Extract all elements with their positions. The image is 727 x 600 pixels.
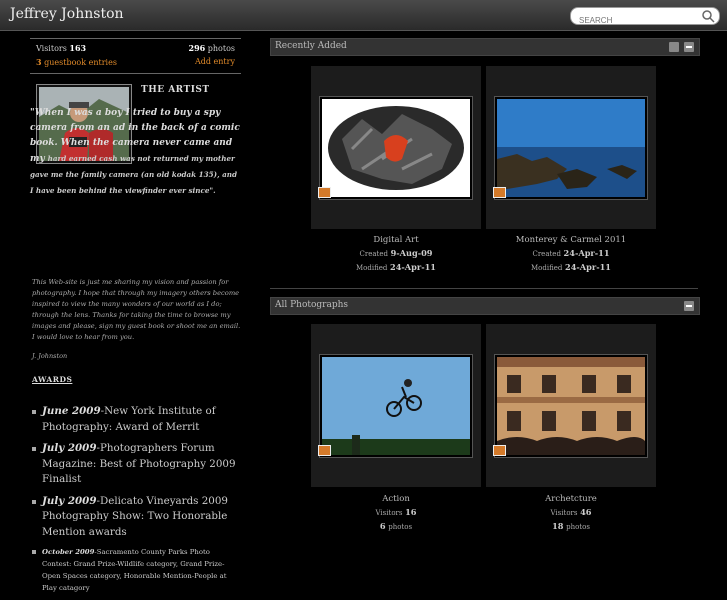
- thumbnail-image: [322, 357, 470, 455]
- awards-list: June 2009-New York Institute of Photogra…: [32, 404, 241, 600]
- top-bar: Jeffrey Johnston: [0, 0, 727, 31]
- all-photographs-bar: All Photographs: [270, 297, 700, 315]
- rss-icon[interactable]: [669, 42, 679, 52]
- gallery-name-link[interactable]: Action: [311, 493, 481, 506]
- gallery-thumbnail[interactable]: [318, 354, 473, 458]
- sidebar: Visitors 163 296 photos 3 guestbook entr…: [30, 38, 241, 592]
- gallery-caption: Action Visitors 16 6 photos: [311, 493, 481, 534]
- gallery-thumbnail[interactable]: [493, 354, 648, 458]
- site-title[interactable]: Jeffrey Johnston: [10, 6, 124, 22]
- awards-heading: AWARDS: [32, 375, 73, 384]
- search-icon[interactable]: [701, 9, 715, 23]
- search-input[interactable]: [571, 13, 699, 28]
- gallery-tile-digital-art[interactable]: [311, 66, 481, 229]
- award-item: June 2009-New York Institute of Photogra…: [32, 404, 241, 435]
- guestbook-link[interactable]: 3 guestbook entries: [36, 57, 117, 67]
- collapse-icon[interactable]: [684, 42, 694, 52]
- all-photographs-title: All Photographs: [275, 300, 349, 310]
- thumbnail-image: [322, 99, 470, 197]
- artist-heading: THE ARTIST: [141, 85, 210, 95]
- recently-added-title: Recently Added: [275, 41, 347, 51]
- gallery-name-link[interactable]: Digital Art: [311, 234, 481, 247]
- award-item: July 2009-Photographers Forum Magazine: …: [32, 441, 241, 488]
- gallery-caption: Digital Art Created 9-Aug-09 Modified 24…: [311, 234, 481, 275]
- gallery-name-link[interactable]: Archetcture: [486, 493, 656, 506]
- search-box[interactable]: [570, 7, 720, 28]
- gallery-name-link[interactable]: Monterey & Carmel 2011: [486, 234, 656, 247]
- gallery-badge-icon: [318, 445, 331, 456]
- stats-box: Visitors 163 296 photos 3 guestbook entr…: [30, 38, 241, 74]
- artist-signature: J. Johnston: [32, 352, 68, 360]
- gallery-caption: Archetcture Visitors 46 18 photos: [486, 493, 656, 534]
- artist-bio: This Web-site is just me sharing my visi…: [32, 278, 241, 341]
- gallery-thumbnail[interactable]: [493, 96, 648, 200]
- add-entry-link[interactable]: Add entry: [195, 57, 235, 66]
- visitors-stat: Visitors 163: [36, 43, 87, 53]
- gallery-tile-action[interactable]: [311, 324, 481, 487]
- gallery-badge-icon: [493, 445, 506, 456]
- thumbnail-image: [497, 99, 645, 197]
- gallery-tile-monterey[interactable]: [486, 66, 656, 229]
- artist-quote: "When I was a boy I tried to buy a spy c…: [30, 108, 240, 195]
- thumbnail-image: [497, 357, 645, 455]
- gallery-thumbnail[interactable]: [318, 96, 473, 200]
- gallery-badge-icon: [318, 187, 331, 198]
- recently-added-bar: Recently Added: [270, 38, 700, 56]
- section-divider: [270, 288, 698, 289]
- photos-stat: 296 photos: [188, 43, 235, 53]
- award-item: October 2009-Sacramento County Parks Pho…: [32, 546, 241, 594]
- gallery-tile-archetcture[interactable]: [486, 324, 656, 487]
- award-item: July 2009-Delicato Vineyards 2009 Photog…: [32, 494, 241, 541]
- gallery-badge-icon: [493, 187, 506, 198]
- collapse-icon[interactable]: [684, 301, 694, 311]
- gallery-caption: Monterey & Carmel 2011 Created 24-Apr-11…: [486, 234, 656, 275]
